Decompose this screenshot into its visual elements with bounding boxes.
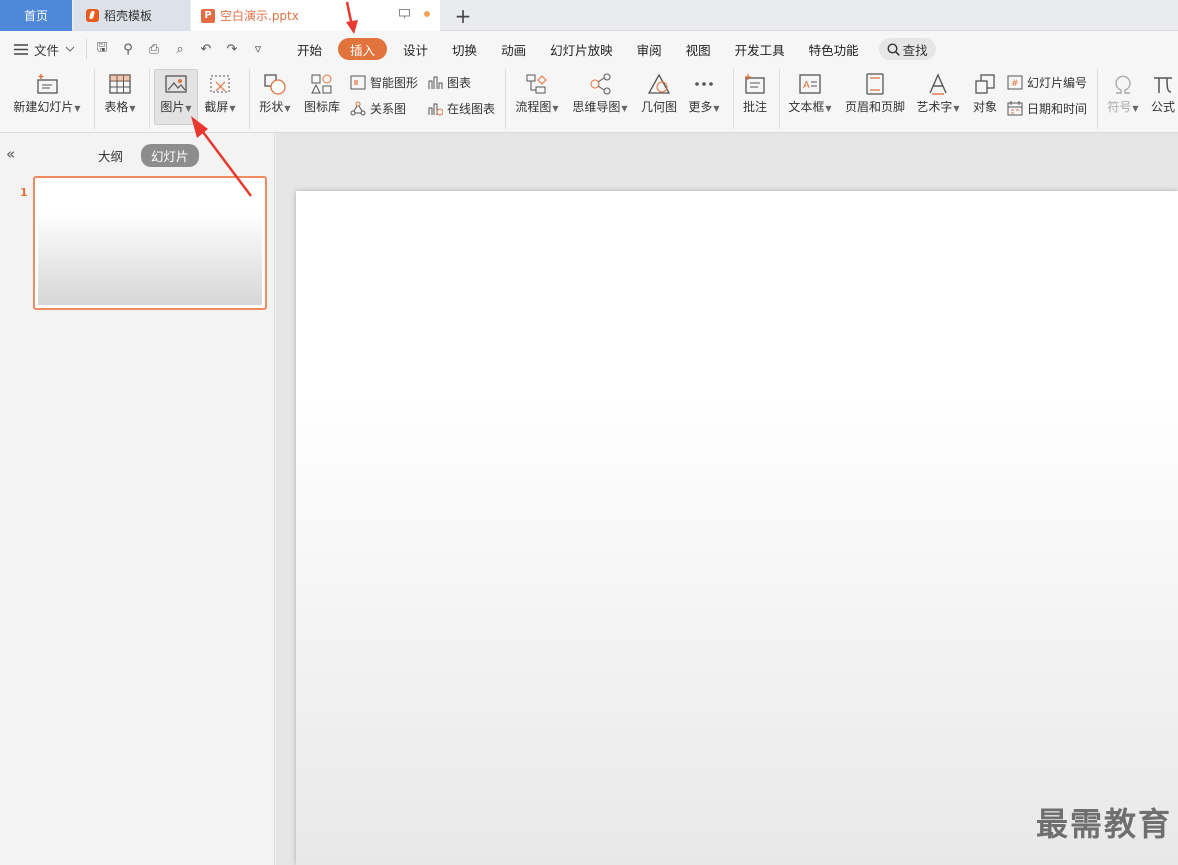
save-icon[interactable]: 🖫 <box>93 38 111 60</box>
undo-icon[interactable]: ↶ <box>197 42 215 57</box>
geometry-button[interactable]: 几何图 <box>638 67 680 129</box>
slide-number-button[interactable]: # 幻灯片编号 <box>1007 73 1087 91</box>
chevron-down-icon <box>65 46 75 52</box>
object-icon <box>975 74 995 94</box>
tab-outline[interactable]: 大纲 <box>88 144 133 167</box>
new-slide-button[interactable]: 新建幻灯片▼ <box>8 67 86 129</box>
panel-tabs: 大纲 幻灯片 <box>88 144 199 167</box>
print-preview-icon[interactable]: ⌕ <box>171 42 189 57</box>
new-slide-icon <box>37 74 58 94</box>
tab-insert[interactable]: 插入 <box>338 38 388 60</box>
watermark-text: 最需教育 <box>1035 805 1172 843</box>
tab-special[interactable]: 特色功能 <box>797 38 871 60</box>
mindmap-button[interactable]: 思维导图▼ <box>569 67 631 129</box>
geometry-icon <box>647 73 671 94</box>
hamburger-icon <box>14 43 28 55</box>
relation-chart-button[interactable]: 关系图 <box>350 99 406 117</box>
object-button[interactable]: 对象 <box>968 67 1002 129</box>
mindmap-icon <box>590 73 611 95</box>
chart-button[interactable]: 图表 <box>427 73 471 91</box>
slide-canvas[interactable] <box>296 191 1178 865</box>
slide-number-label: 1 <box>20 186 28 199</box>
svg-text:A: A <box>803 80 810 91</box>
picture-icon <box>165 75 187 93</box>
picture-button[interactable]: 图片▼ <box>155 67 197 129</box>
more-button[interactable]: 更多▼ <box>684 67 724 129</box>
flowchart-icon <box>526 74 547 94</box>
tab-slideshow[interactable]: 幻灯片放映 <box>538 38 625 60</box>
tab-document[interactable]: P 空白演示.pptx <box>191 0 440 31</box>
tab-daoke-template[interactable]: 稻壳模板 <box>74 0 190 31</box>
slide-number-icon: # <box>1007 75 1023 89</box>
quick-access-toolbar: 🖫 ⚲ ⎙ ⌕ ↶ ↷ ▿ <box>86 39 273 59</box>
customize-dropdown-icon[interactable]: ▿ <box>249 42 267 57</box>
tab-slides[interactable]: 幻灯片 <box>141 144 199 167</box>
svg-text:#: # <box>1011 79 1019 89</box>
header-footer-button[interactable]: 页眉和页脚 <box>842 67 908 129</box>
search-icon <box>887 42 900 56</box>
tab-design[interactable]: 设计 <box>391 38 440 60</box>
presentation-file-icon: P <box>201 8 215 23</box>
ribbon-tabs: 开始 插入 设计 切换 动画 幻灯片放映 审阅 视图 开发工具 特色功能 查找 <box>285 38 936 60</box>
slide-thumbnail[interactable] <box>33 176 267 310</box>
menu-bar: 文件 🖫 ⚲ ⎙ ⌕ ↶ ↷ ▿ 开始 插入 设计 切换 动画 幻灯片放映 审阅… <box>0 31 1178 67</box>
editor-canvas: 最需教育 <box>276 133 1178 865</box>
header-footer-icon <box>866 73 884 95</box>
calendar-icon <box>1007 100 1023 115</box>
icon-library-button[interactable]: 图标库 <box>300 67 344 129</box>
insert-ribbon: 新建幻灯片▼ 表格▼ 图片▼ 截屏▼ 形状▼ 图标库 智能图形 关系图 图表 在… <box>0 67 1178 133</box>
date-time-button[interactable]: 日期和时间 <box>1007 99 1087 117</box>
symbol-button[interactable]: 符号▼ <box>1103 67 1143 129</box>
relation-chart-icon <box>350 101 366 115</box>
tab-view[interactable]: 视图 <box>674 38 723 60</box>
chart-icon <box>428 76 443 89</box>
tab-review[interactable]: 审阅 <box>625 38 674 60</box>
shape-button[interactable]: 形状▼ <box>255 67 295 129</box>
art-text-icon <box>929 73 947 95</box>
formula-button[interactable]: 公式 <box>1146 67 1178 129</box>
slide-thumbnail-preview <box>38 181 262 305</box>
unsaved-indicator-icon <box>424 11 430 17</box>
redo-icon[interactable]: ↷ <box>223 42 241 57</box>
tab-start[interactable]: 开始 <box>285 38 334 60</box>
title-tab-bar: 首页 稻壳模板 P 空白演示.pptx + <box>0 0 1178 31</box>
daoke-logo-icon <box>86 9 99 22</box>
monitor-icon[interactable] <box>399 9 410 19</box>
comment-button[interactable]: 批注 <box>738 67 772 129</box>
textbox-button[interactable]: A 文本框▼ <box>785 67 835 129</box>
screenshot-icon <box>210 75 230 93</box>
format-painter-icon[interactable]: ⚲ <box>119 42 137 57</box>
textbox-icon: A <box>799 74 821 94</box>
file-menu-button[interactable]: 文件 <box>0 40 86 59</box>
art-text-button[interactable]: 艺术字▼ <box>913 67 963 129</box>
omega-icon <box>1115 75 1131 94</box>
new-tab-button[interactable]: + <box>446 0 480 31</box>
table-icon <box>109 74 131 94</box>
collapse-panel-icon[interactable]: « <box>6 145 15 163</box>
slide-panel: « 大纲 幻灯片 1 <box>0 133 275 865</box>
online-chart-button[interactable]: 在线图表 <box>427 99 495 117</box>
search-button[interactable]: 查找 <box>878 38 936 60</box>
online-chart-icon <box>428 103 443 115</box>
comment-icon <box>745 74 765 94</box>
print-icon[interactable]: ⎙ <box>145 42 163 57</box>
smart-art-icon <box>350 75 366 89</box>
more-icon <box>695 82 713 86</box>
pi-icon <box>1154 77 1172 93</box>
tab-developer[interactable]: 开发工具 <box>723 38 797 60</box>
flowchart-button[interactable]: 流程图▼ <box>511 67 563 129</box>
shape-icon <box>264 74 286 95</box>
table-button[interactable]: 表格▼ <box>100 67 140 129</box>
tab-transition[interactable]: 切换 <box>440 38 489 60</box>
icon-library-icon <box>311 74 332 94</box>
tab-home[interactable]: 首页 <box>0 0 72 31</box>
screenshot-button[interactable]: 截屏▼ <box>200 67 240 129</box>
tab-animation[interactable]: 动画 <box>489 38 538 60</box>
smart-art-button[interactable]: 智能图形 <box>350 73 418 91</box>
